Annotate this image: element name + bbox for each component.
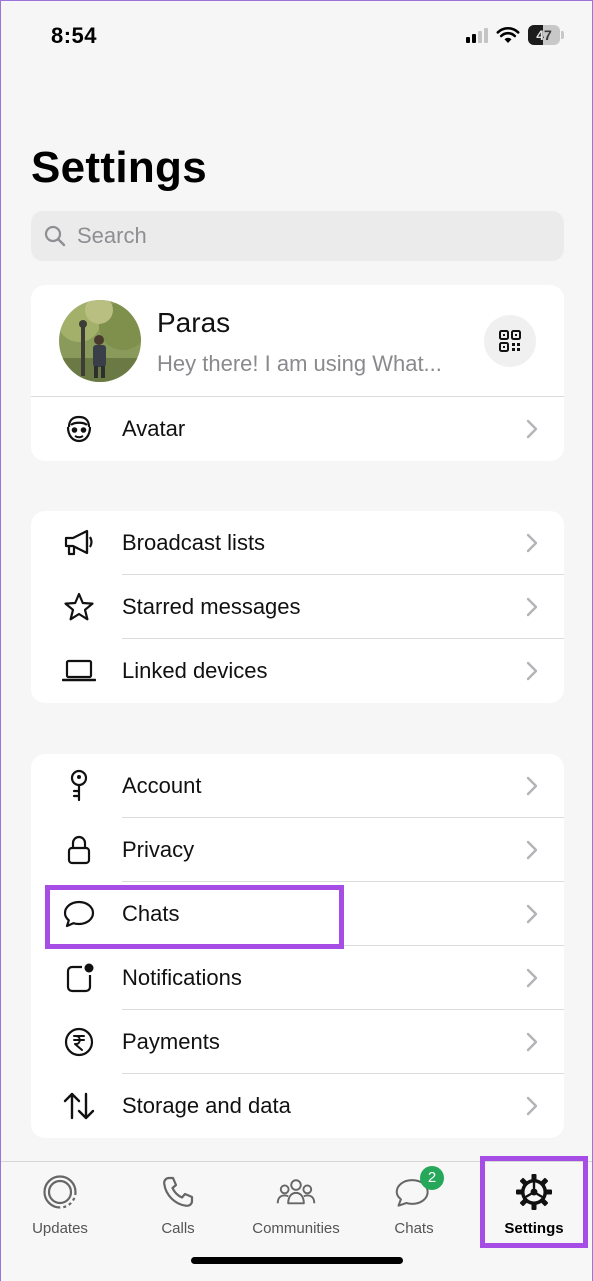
settings-row-label: Broadcast lists: [122, 530, 266, 555]
chats-icon: 2: [394, 1166, 444, 1212]
settings-row-payments[interactable]: Payments: [31, 1010, 564, 1074]
tab-settings[interactable]: Settings: [475, 1162, 593, 1252]
transfer-arrows-icon: [61, 1088, 97, 1124]
chevron-right-icon: [526, 597, 538, 617]
qr-code-button[interactable]: [484, 315, 536, 367]
laptop-icon: [61, 653, 97, 689]
tab-communities[interactable]: Communities: [237, 1162, 355, 1252]
search-bar[interactable]: [31, 211, 564, 261]
chevron-right-icon: [526, 1032, 538, 1052]
chevron-right-icon: [526, 840, 538, 860]
chevron-right-icon: [526, 1096, 538, 1116]
tab-chats[interactable]: 2 Chats: [355, 1162, 473, 1252]
chevron-right-icon: [526, 661, 538, 681]
updates-icon: [40, 1172, 80, 1212]
settings-row-storage-and-data[interactable]: Storage and data: [31, 1074, 564, 1138]
star-icon: [61, 589, 97, 625]
chevron-right-icon: [526, 776, 538, 796]
profile-status: Hey there! I am using What...: [157, 351, 442, 376]
qr-code-icon: [499, 330, 521, 352]
account-card: Account Privacy Chats Notifications Paym…: [31, 754, 564, 1138]
wifi-icon: [496, 26, 520, 43]
settings-row-label: Starred messages: [122, 594, 301, 619]
status-icons: 47: [466, 25, 564, 45]
settings-row-linked-devices[interactable]: Linked devices: [31, 639, 564, 703]
settings-row-label: Storage and data: [122, 1093, 291, 1118]
settings-row-privacy[interactable]: Privacy: [31, 818, 564, 882]
avatar[interactable]: [59, 300, 141, 382]
settings-row-notifications[interactable]: Notifications: [31, 946, 564, 1010]
key-icon: [61, 768, 97, 804]
settings-row-label: Notifications: [122, 965, 242, 990]
page-title: Settings: [31, 143, 207, 192]
settings-row-chats[interactable]: Chats: [31, 882, 564, 946]
chevron-right-icon: [526, 904, 538, 924]
profile-card: Paras Hey there! I am using What... Avat…: [31, 285, 564, 461]
avatar-face-icon: [61, 411, 97, 447]
communities-icon: [276, 1172, 316, 1212]
rupee-icon: [61, 1024, 97, 1060]
profile-row[interactable]: Paras Hey there! I am using What...: [31, 285, 564, 397]
home-indicator: [191, 1257, 403, 1264]
chat-bubble-icon: [61, 896, 97, 932]
profile-name: Paras: [157, 307, 231, 338]
megaphone-icon: [61, 525, 97, 561]
tab-calls[interactable]: Calls: [119, 1162, 237, 1252]
search-icon: [44, 225, 66, 247]
settings-row-account[interactable]: Account: [31, 754, 564, 818]
settings-row-label: Avatar: [122, 416, 186, 441]
settings-row-label: Payments: [122, 1029, 220, 1054]
chevron-right-icon: [526, 968, 538, 988]
settings-row-avatar[interactable]: Avatar: [31, 397, 564, 461]
tab-label: Updates: [32, 1220, 88, 1237]
lock-icon: [61, 832, 97, 868]
tab-updates[interactable]: Updates: [1, 1162, 119, 1252]
tab-label: Settings: [504, 1220, 564, 1237]
settings-row-label: Chats: [122, 901, 180, 926]
settings-row-broadcast-lists[interactable]: Broadcast lists: [31, 511, 564, 575]
battery-icon: 47: [528, 25, 564, 45]
settings-row-label: Linked devices: [122, 658, 268, 683]
status-bar: 8:54 47: [1, 1, 592, 71]
chevron-right-icon: [526, 533, 538, 553]
tab-label: Chats: [394, 1220, 434, 1237]
unread-badge: 2: [420, 1166, 444, 1190]
settings-row-label: Account: [122, 773, 202, 798]
chevron-right-icon: [526, 419, 538, 439]
notification-icon: [61, 960, 97, 996]
status-time: 8:54: [51, 23, 98, 48]
cellular-signal-icon: [466, 27, 488, 43]
search-input[interactable]: [77, 223, 537, 249]
tab-label: Calls: [161, 1220, 195, 1237]
tab-label: Communities: [252, 1220, 340, 1237]
gear-icon: [514, 1172, 554, 1212]
phone-icon: [158, 1172, 198, 1212]
battery-percent: 47: [536, 27, 552, 43]
settings-row-label: Privacy: [122, 837, 195, 862]
tools-card: Broadcast lists Starred messages Linked …: [31, 511, 564, 703]
settings-row-starred-messages[interactable]: Starred messages: [31, 575, 564, 639]
